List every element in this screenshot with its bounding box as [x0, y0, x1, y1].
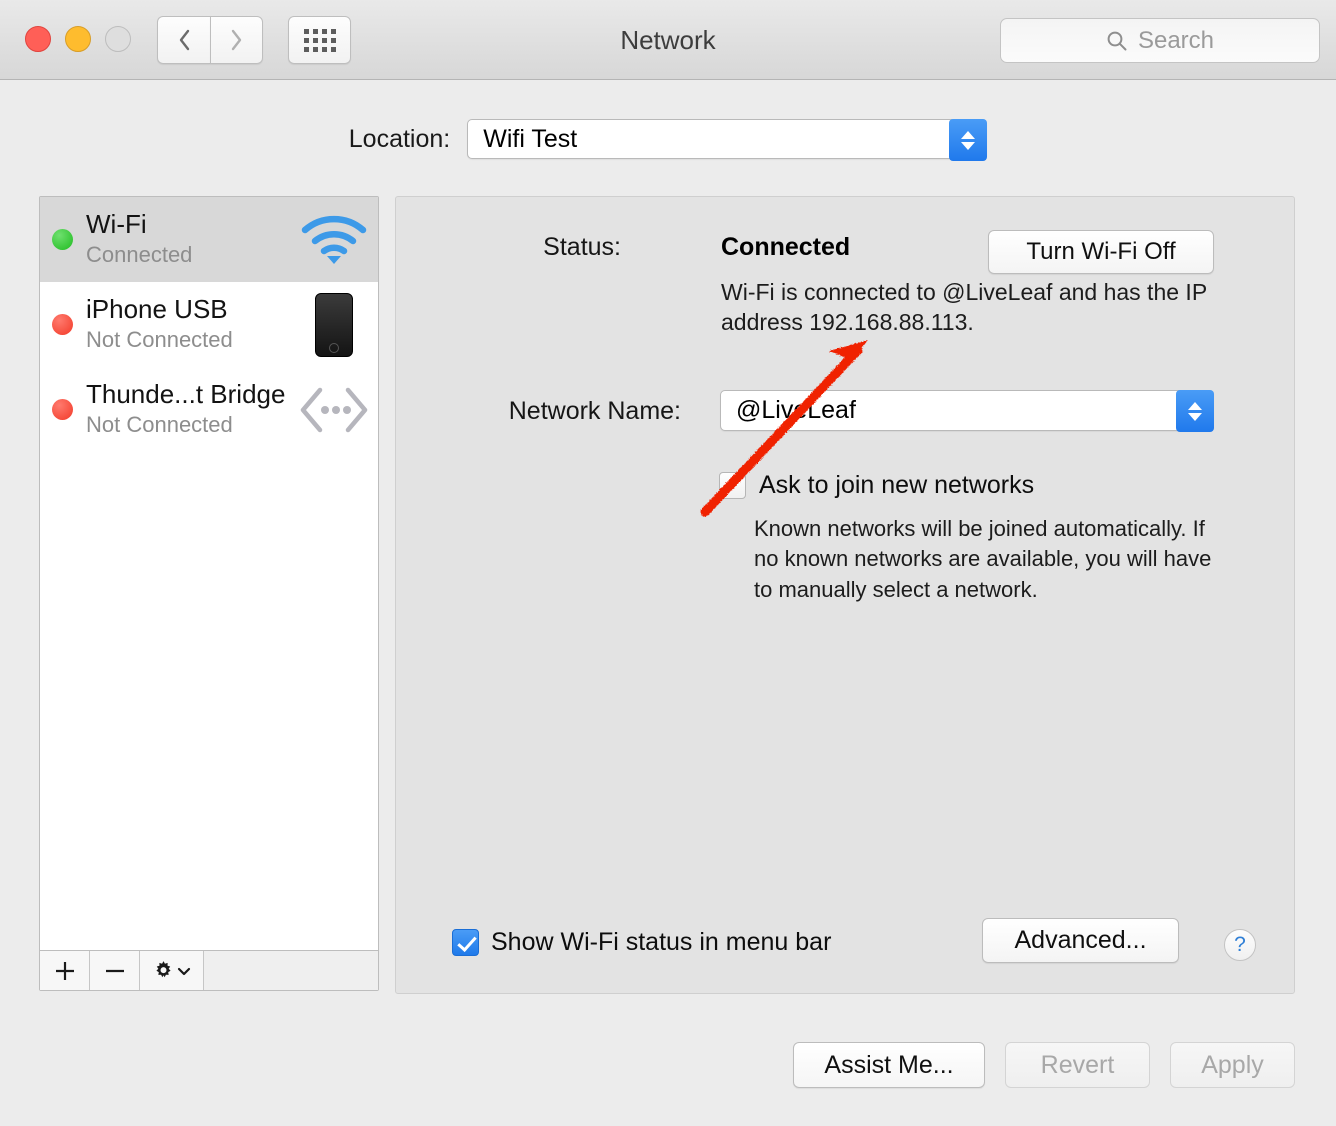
service-actions-button[interactable]	[140, 951, 204, 990]
service-name: iPhone USB	[86, 293, 228, 324]
revert-button: Revert	[1005, 1042, 1150, 1088]
search-placeholder: Search	[1137, 26, 1215, 54]
service-state: Not Connected	[86, 326, 233, 352]
forward-button[interactable]	[210, 16, 263, 64]
back-button[interactable]	[157, 16, 210, 64]
show-all-button[interactable]	[288, 16, 351, 64]
search-input[interactable]: Search	[1000, 18, 1320, 63]
network-name-stepper-icon[interactable]	[1176, 390, 1214, 432]
ask-to-join-description: Known networks will be joined automatica…	[754, 516, 1212, 602]
service-name: Thunde...t Bridge	[86, 378, 286, 409]
network-name-label: Network Name:	[508, 397, 681, 425]
remove-service-button[interactable]	[90, 951, 140, 990]
sidebar-item-iphone-usb[interactable]: iPhone USB Not Connected	[40, 282, 378, 367]
chevron-left-icon	[179, 29, 189, 51]
window-titlebar: Network Search	[0, 0, 1336, 80]
sidebar-item-wifi[interactable]: Wi-Fi Connected	[40, 197, 378, 282]
gear-icon	[156, 961, 171, 978]
status-label: Status:	[543, 233, 621, 261]
minus-icon	[105, 969, 124, 972]
show-wifi-status-checkbox[interactable]	[452, 929, 479, 956]
status-value: Connected	[721, 233, 851, 261]
plus-icon	[55, 961, 74, 980]
network-name-dropdown[interactable]: @LiveLeaf	[720, 390, 1214, 432]
service-name: Wi-Fi	[86, 208, 147, 239]
apply-button: Apply	[1170, 1042, 1295, 1088]
location-value: Wifi Test	[483, 124, 578, 153]
wifi-icon	[296, 209, 372, 271]
location-stepper-icon[interactable]	[949, 119, 988, 161]
location-row: Location: Wifi Test	[0, 110, 1336, 168]
zoom-button[interactable]	[105, 26, 131, 52]
ask-to-join-row[interactable]: Ask to join new networks	[719, 471, 1034, 500]
chevron-right-icon	[231, 29, 242, 51]
ask-to-join-label: Ask to join new networks	[759, 471, 1035, 499]
service-state: Connected	[86, 241, 193, 267]
minimize-button[interactable]	[65, 26, 91, 52]
help-button[interactable]: ?	[1224, 929, 1256, 961]
show-all-grid-icon	[303, 28, 336, 52]
sidebar-toolbar	[40, 950, 378, 990]
turn-wifi-off-button[interactable]: Turn Wi-Fi Off	[988, 230, 1214, 274]
show-wifi-status-label: Show Wi-Fi status in menu bar	[491, 928, 832, 956]
close-button[interactable]	[25, 26, 51, 52]
toolbar-filler	[204, 951, 378, 990]
ask-to-join-checkbox[interactable]	[719, 472, 746, 499]
service-state: Not Connected	[86, 411, 233, 437]
status-dot-icon	[52, 314, 73, 335]
thunderbolt-bridge-icon	[296, 379, 372, 441]
iphone-icon	[296, 292, 372, 357]
location-label: Location:	[348, 124, 451, 153]
status-dot-icon	[52, 399, 73, 420]
sidebar-item-thunderbolt-bridge[interactable]: Thunde...t Bridge Not Connected	[40, 367, 378, 452]
status-description: Wi-Fi is connected to @LiveLeaf and has …	[721, 279, 1207, 336]
status-dot-icon	[52, 229, 73, 250]
service-list: Wi-Fi Connected iPhone USB Not Connected…	[40, 197, 378, 951]
assist-me-button[interactable]: Assist Me...	[793, 1042, 985, 1088]
add-service-button[interactable]	[40, 951, 90, 990]
chevron-down-icon	[177, 967, 191, 975]
network-name-value: @LiveLeaf	[736, 396, 856, 424]
network-services-sidebar: Wi-Fi Connected iPhone USB Not Connected…	[39, 196, 379, 991]
network-preferences-window: Network Search Location: Wifi Test Wi-Fi	[0, 0, 1336, 1126]
wifi-settings-panel: Status: Connected Wi-Fi is connected to …	[395, 196, 1295, 994]
advanced-button[interactable]: Advanced...	[982, 918, 1179, 963]
location-dropdown[interactable]: Wifi Test	[467, 119, 988, 161]
show-status-row[interactable]: Show Wi-Fi status in menu bar	[452, 928, 831, 957]
search-icon	[1107, 31, 1127, 50]
